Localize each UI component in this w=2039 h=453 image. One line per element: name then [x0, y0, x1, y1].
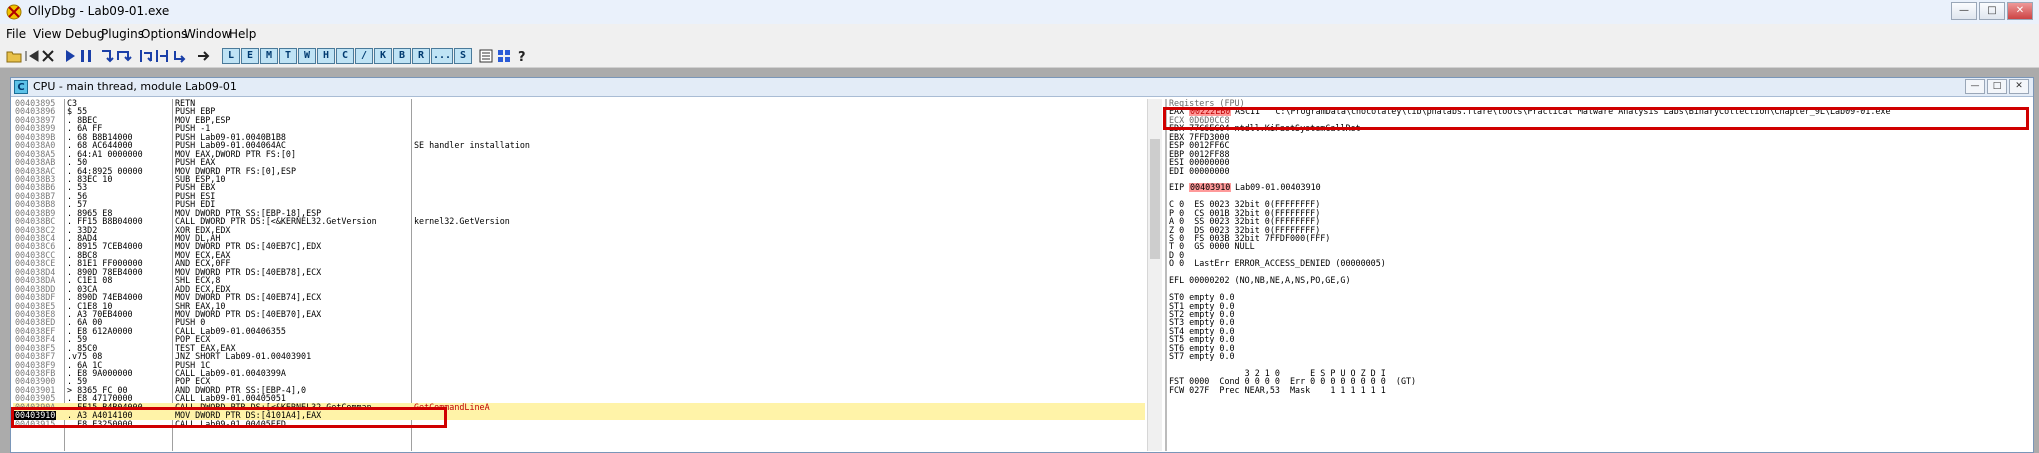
- help-icon[interactable]: ?: [514, 48, 530, 64]
- patches-button[interactable]: /: [355, 48, 373, 64]
- cpu-maximize-button[interactable]: □: [1987, 79, 2007, 94]
- step-into-icon[interactable]: [100, 48, 116, 64]
- cpu-window: C CPU - main thread, module Lab09-01 — □…: [10, 77, 2034, 453]
- svg-text:?: ?: [518, 50, 526, 64]
- eip-register-row[interactable]: EIP 00403910 Lab09-01.00403910: [1167, 182, 2033, 193]
- instruction-mnemonic: CALL Lab09-01.00405EFD: [175, 418, 286, 429]
- instruction-address: 00403915: [15, 418, 56, 429]
- menu-debug[interactable]: Debug: [65, 27, 104, 41]
- pause-icon[interactable]: [78, 48, 94, 64]
- menu-window[interactable]: Window: [184, 27, 231, 41]
- cpu-button[interactable]: C: [336, 48, 354, 64]
- step-over-icon[interactable]: [116, 48, 132, 64]
- open-file-icon[interactable]: [6, 48, 22, 64]
- minimize-button[interactable]: —: [1951, 2, 1977, 20]
- maximize-button[interactable]: □: [1979, 2, 2005, 20]
- instruction-comment: kernel32.GetVersion: [414, 216, 510, 227]
- menu-help[interactable]: Help: [229, 27, 256, 41]
- cpu-window-title: CPU - main thread, module Lab09-01: [33, 80, 237, 93]
- executable-modules-button[interactable]: E: [241, 48, 259, 64]
- window-title: OllyDbg - Lab09-01.exe: [28, 4, 170, 18]
- eip-comment: Lab09-01.00403910: [1235, 182, 1321, 193]
- menu-view[interactable]: View: [33, 27, 61, 41]
- instruction-comment: SE handler installation: [414, 140, 530, 151]
- registers-pane[interactable]: Registers (FPU) EAX 00222EB0 ASCII ""C:\…: [1165, 99, 2033, 451]
- handles-button[interactable]: H: [317, 48, 335, 64]
- disassembly-scrollbar[interactable]: [1147, 99, 1162, 451]
- efl-register[interactable]: EFL 00000202 (NO,NB,NE,A,NS,PO,GE,G): [1169, 276, 1351, 285]
- breakpoints-button[interactable]: B: [393, 48, 411, 64]
- cpu-icon: C: [14, 80, 28, 94]
- cpu-minimize-button[interactable]: —: [1965, 79, 1985, 94]
- disassembly-pane[interactable]: 00403895 C3 RETN 00403896 $ 55 PUSH EBP 004038…: [13, 99, 1145, 451]
- scrollbar-thumb[interactable]: [1150, 139, 1160, 259]
- disassembly-row[interactable]: 00403915 . E8 E3250000 CALL Lab09-01.00405…: [13, 418, 1145, 429]
- eip-label: EIP: [1169, 182, 1185, 193]
- memory-map-button[interactable]: M: [260, 48, 278, 64]
- eax-comment: ASCII ""C:\ProgramData\chocolatey\lib\pn…: [1235, 106, 1901, 117]
- restart-icon[interactable]: [24, 48, 40, 64]
- source-button[interactable]: S: [454, 48, 472, 64]
- toolbar: L E M T W H C / K B R ... S ?: [0, 45, 2039, 68]
- menu-options[interactable]: Options: [141, 27, 187, 41]
- title-bar: OllyDbg - Lab09-01.exe — □ ✕: [0, 0, 2039, 25]
- menu-bar: File View Debug Plugins Options Window H…: [0, 24, 2039, 45]
- appearance-icon[interactable]: [496, 48, 512, 64]
- execute-till-return-icon[interactable]: [172, 48, 188, 64]
- instruction-comment: GetCommandLineA: [414, 401, 490, 412]
- run-icon[interactable]: [62, 48, 78, 64]
- threads-button[interactable]: T: [279, 48, 297, 64]
- goto-address-icon[interactable]: [196, 48, 212, 64]
- trace-over-icon[interactable]: [154, 48, 170, 64]
- cpu-close-button[interactable]: ✕: [2009, 79, 2029, 94]
- menu-file[interactable]: File: [6, 27, 26, 41]
- instruction-bytes: . E8 E3250000: [67, 418, 133, 429]
- register-line[interactable]: EDI 00000000: [1169, 166, 1230, 175]
- eip-value[interactable]: 00403910: [1189, 183, 1232, 192]
- windows-button[interactable]: W: [298, 48, 316, 64]
- eax-register-row[interactable]: EAX 00222EB0 ASCII ""C:\ProgramData\choc…: [1167, 106, 2033, 117]
- fcw-register[interactable]: FCW 027F Prec NEAR,53 Mask 1 1 1 1 1 1: [1169, 385, 1386, 394]
- close-button[interactable]: ✕: [2007, 2, 2033, 20]
- fpu-register-line[interactable]: ST7 empty 0.0: [1169, 352, 1235, 361]
- menu-plugins[interactable]: Plugins: [101, 27, 144, 41]
- mdi-client-area: C CPU - main thread, module Lab09-01 — □…: [0, 68, 2039, 453]
- debugging-options-icon[interactable]: [478, 48, 494, 64]
- flag-line[interactable]: O 0 LastErr ERROR_ACCESS_DENIED (0000000…: [1169, 259, 1386, 268]
- trace-into-icon[interactable]: [138, 48, 154, 64]
- cpu-window-title-bar: C CPU - main thread, module Lab09-01 — □…: [11, 78, 2033, 97]
- close-program-icon[interactable]: [40, 48, 56, 64]
- ollydbg-app-icon: [6, 4, 22, 20]
- run-trace-button[interactable]: ...: [431, 48, 453, 64]
- call-stack-button[interactable]: K: [374, 48, 392, 64]
- references-button[interactable]: R: [412, 48, 430, 64]
- log-window-button[interactable]: L: [222, 48, 240, 64]
